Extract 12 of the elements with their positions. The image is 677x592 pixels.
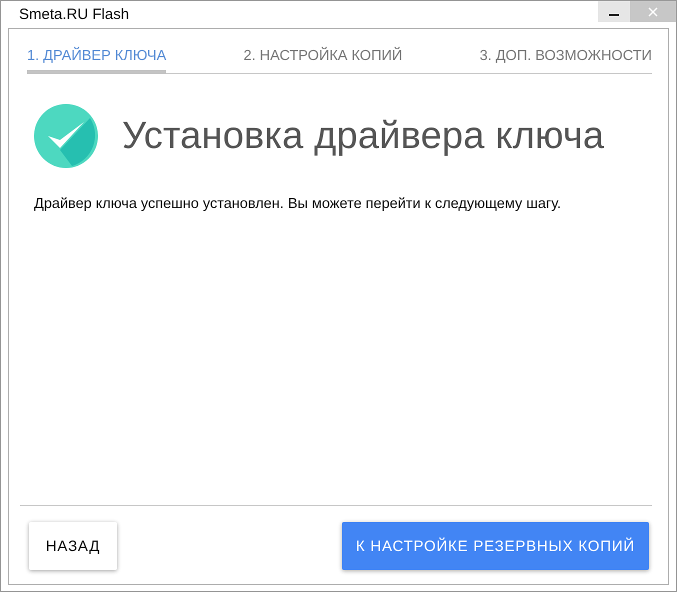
step-tab[interactable]: 1. ДРАЙВЕР КЛЮЧА: [27, 48, 166, 74]
page-heading: Установка драйвера ключа: [122, 114, 604, 158]
close-icon: [648, 6, 658, 16]
window-title: Smeta.RU Flash: [19, 6, 130, 23]
checkmark-icon: [34, 104, 98, 168]
back-button[interactable]: НАЗАД: [29, 522, 117, 570]
status-message: Драйвер ключа успешно установлен. Вы можете перейти к следующему шагу.: [34, 196, 562, 212]
next-button[interactable]: К НАСТРОЙКЕ РЕЗЕРВНЫХ КОПИЙ: [342, 522, 649, 570]
step-tab[interactable]: 2. НАСТРОЙКА КОПИЙ: [244, 48, 402, 74]
minimize-icon: [609, 14, 619, 16]
minimize-button[interactable]: [598, 1, 630, 22]
step-tab[interactable]: 3. ДОП. ВОЗМОЖНОСТИ: [480, 48, 652, 74]
